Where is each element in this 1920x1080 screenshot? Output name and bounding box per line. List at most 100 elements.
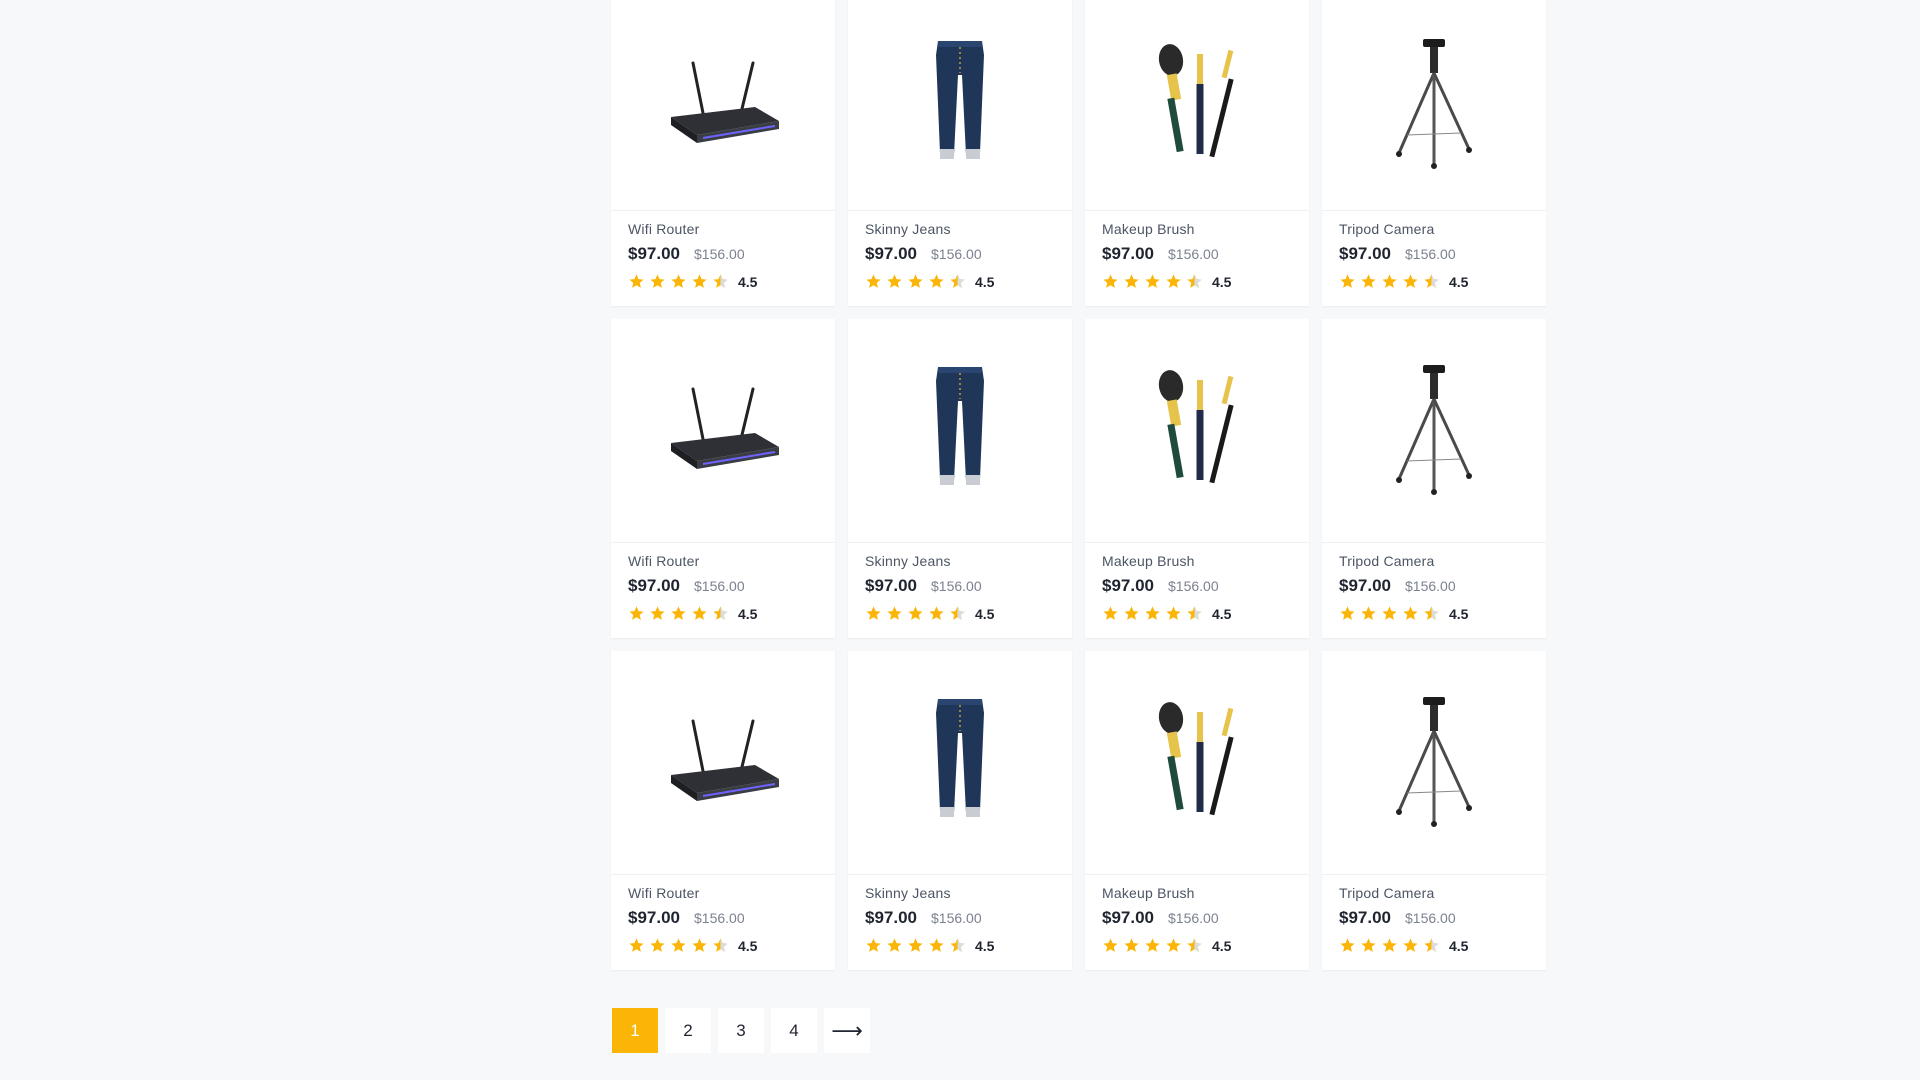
star-icon [1145,274,1160,288]
product-old-price: $156.00 [931,578,982,594]
product-card[interactable]: Makeup Brush $97.00 $156.00 4.5 [1085,651,1309,970]
star-icon [1382,274,1397,288]
product-rating: 4.5 [1339,937,1529,954]
product-price: $97.00 [628,244,680,263]
product-price: $97.00 [1339,908,1391,927]
star-icon [650,274,665,288]
product-price: $97.00 [1339,244,1391,263]
star-icon [1403,606,1418,620]
product-card[interactable]: Wifi Router $97.00 $156.00 4.5 [611,651,835,970]
product-old-price: $156.00 [1405,578,1456,594]
product-card[interactable]: Makeup Brush $97.00 $156.00 4.5 [1085,0,1309,306]
product-card[interactable]: Skinny Jeans $97.00 $156.00 4.5 [848,319,1072,638]
product-name[interactable]: Skinny Jeans [865,221,1055,237]
product-image[interactable] [1085,651,1309,875]
star-icon [1103,274,1118,288]
product-rating: 4.5 [1339,273,1529,290]
product-card[interactable]: Wifi Router $97.00 $156.00 4.5 [611,319,835,638]
product-image[interactable] [848,651,1072,875]
star-icon [650,606,665,620]
makeup-brush-icon [1158,44,1234,158]
star-icon [866,274,881,288]
product-card[interactable]: Tripod Camera $97.00 $156.00 4.5 [1322,651,1546,970]
star-icon [629,606,644,620]
star-icon [671,938,686,952]
half-star-icon [950,274,965,288]
product-card[interactable]: Skinny Jeans $97.00 $156.00 4.5 [848,0,1072,306]
tripod-icon [1396,696,1472,827]
product-old-price: $156.00 [1168,246,1219,262]
rating-value: 4.5 [1449,605,1469,622]
product-card[interactable]: Skinny Jeans $97.00 $156.00 4.5 [848,651,1072,970]
product-image[interactable] [848,319,1072,543]
rating-value: 4.5 [975,605,995,622]
page-button-1[interactable]: 1 [612,1008,658,1053]
product-card[interactable]: Tripod Camera $97.00 $156.00 4.5 [1322,0,1546,306]
next-page-button[interactable]: ⟶ [824,1008,870,1053]
star-icon [1124,938,1139,952]
tripod-icon [1396,39,1472,169]
star-icon [929,606,944,620]
product-rating: 4.5 [1102,605,1292,622]
star-icon [1166,938,1181,952]
product-image[interactable] [611,651,835,875]
product-card[interactable]: Wifi Router $97.00 $156.00 4.5 [611,0,835,306]
product-image[interactable] [1322,651,1546,875]
product-card[interactable]: Tripod Camera $97.00 $156.00 4.5 [1322,319,1546,638]
star-icon [650,938,665,952]
product-price: $97.00 [1102,576,1154,595]
product-image[interactable] [848,0,1072,211]
product-image[interactable] [1085,0,1309,211]
star-icon [1403,938,1418,952]
rating-value: 4.5 [1212,273,1232,290]
jeans-icon [936,41,984,159]
product-name[interactable]: Makeup Brush [1102,221,1292,237]
page-button-4[interactable]: 4 [771,1008,817,1053]
product-price: $97.00 [865,576,917,595]
rating-value: 4.5 [975,273,995,290]
product-card[interactable]: Makeup Brush $97.00 $156.00 4.5 [1085,319,1309,638]
star-icon [929,938,944,952]
star-icon [692,606,707,620]
half-star-icon [950,606,965,620]
product-name[interactable]: Tripod Camera [1339,885,1529,901]
product-rating: 4.5 [1339,605,1529,622]
product-name[interactable]: Tripod Camera [1339,553,1529,569]
half-star-icon [1187,274,1202,288]
product-image[interactable] [611,319,835,543]
rating-value: 4.5 [1449,937,1469,954]
product-rating: 4.5 [1102,273,1292,290]
star-icon [908,606,923,620]
product-name[interactable]: Makeup Brush [1102,553,1292,569]
product-old-price: $156.00 [1168,910,1219,926]
product-name[interactable]: Wifi Router [628,885,818,901]
star-icon [1340,938,1355,952]
product-name[interactable]: Tripod Camera [1339,221,1529,237]
product-rating: 4.5 [628,937,818,954]
product-price: $97.00 [865,244,917,263]
star-icon [1382,938,1397,952]
product-image[interactable] [611,0,835,211]
product-image[interactable] [1322,0,1546,211]
star-icon [1361,938,1376,952]
page-button-2[interactable]: 2 [665,1008,711,1053]
product-image[interactable] [1322,319,1546,543]
product-rating: 4.5 [865,273,1055,290]
rating-value: 4.5 [975,937,995,954]
star-icon [908,938,923,952]
page-button-3[interactable]: 3 [718,1008,764,1053]
half-star-icon [1187,606,1202,620]
pagination: 1 2 3 4 ⟶ [612,1008,870,1053]
product-rating: 4.5 [865,937,1055,954]
product-old-price: $156.00 [1405,910,1456,926]
product-name[interactable]: Skinny Jeans [865,885,1055,901]
product-name[interactable]: Makeup Brush [1102,885,1292,901]
tripod-icon [1396,364,1472,495]
product-image[interactable] [1085,319,1309,543]
jeans-icon [936,366,984,485]
product-price: $97.00 [1339,576,1391,595]
product-name[interactable]: Wifi Router [628,553,818,569]
product-name[interactable]: Wifi Router [628,221,818,237]
product-price: $97.00 [1102,244,1154,263]
product-name[interactable]: Skinny Jeans [865,553,1055,569]
